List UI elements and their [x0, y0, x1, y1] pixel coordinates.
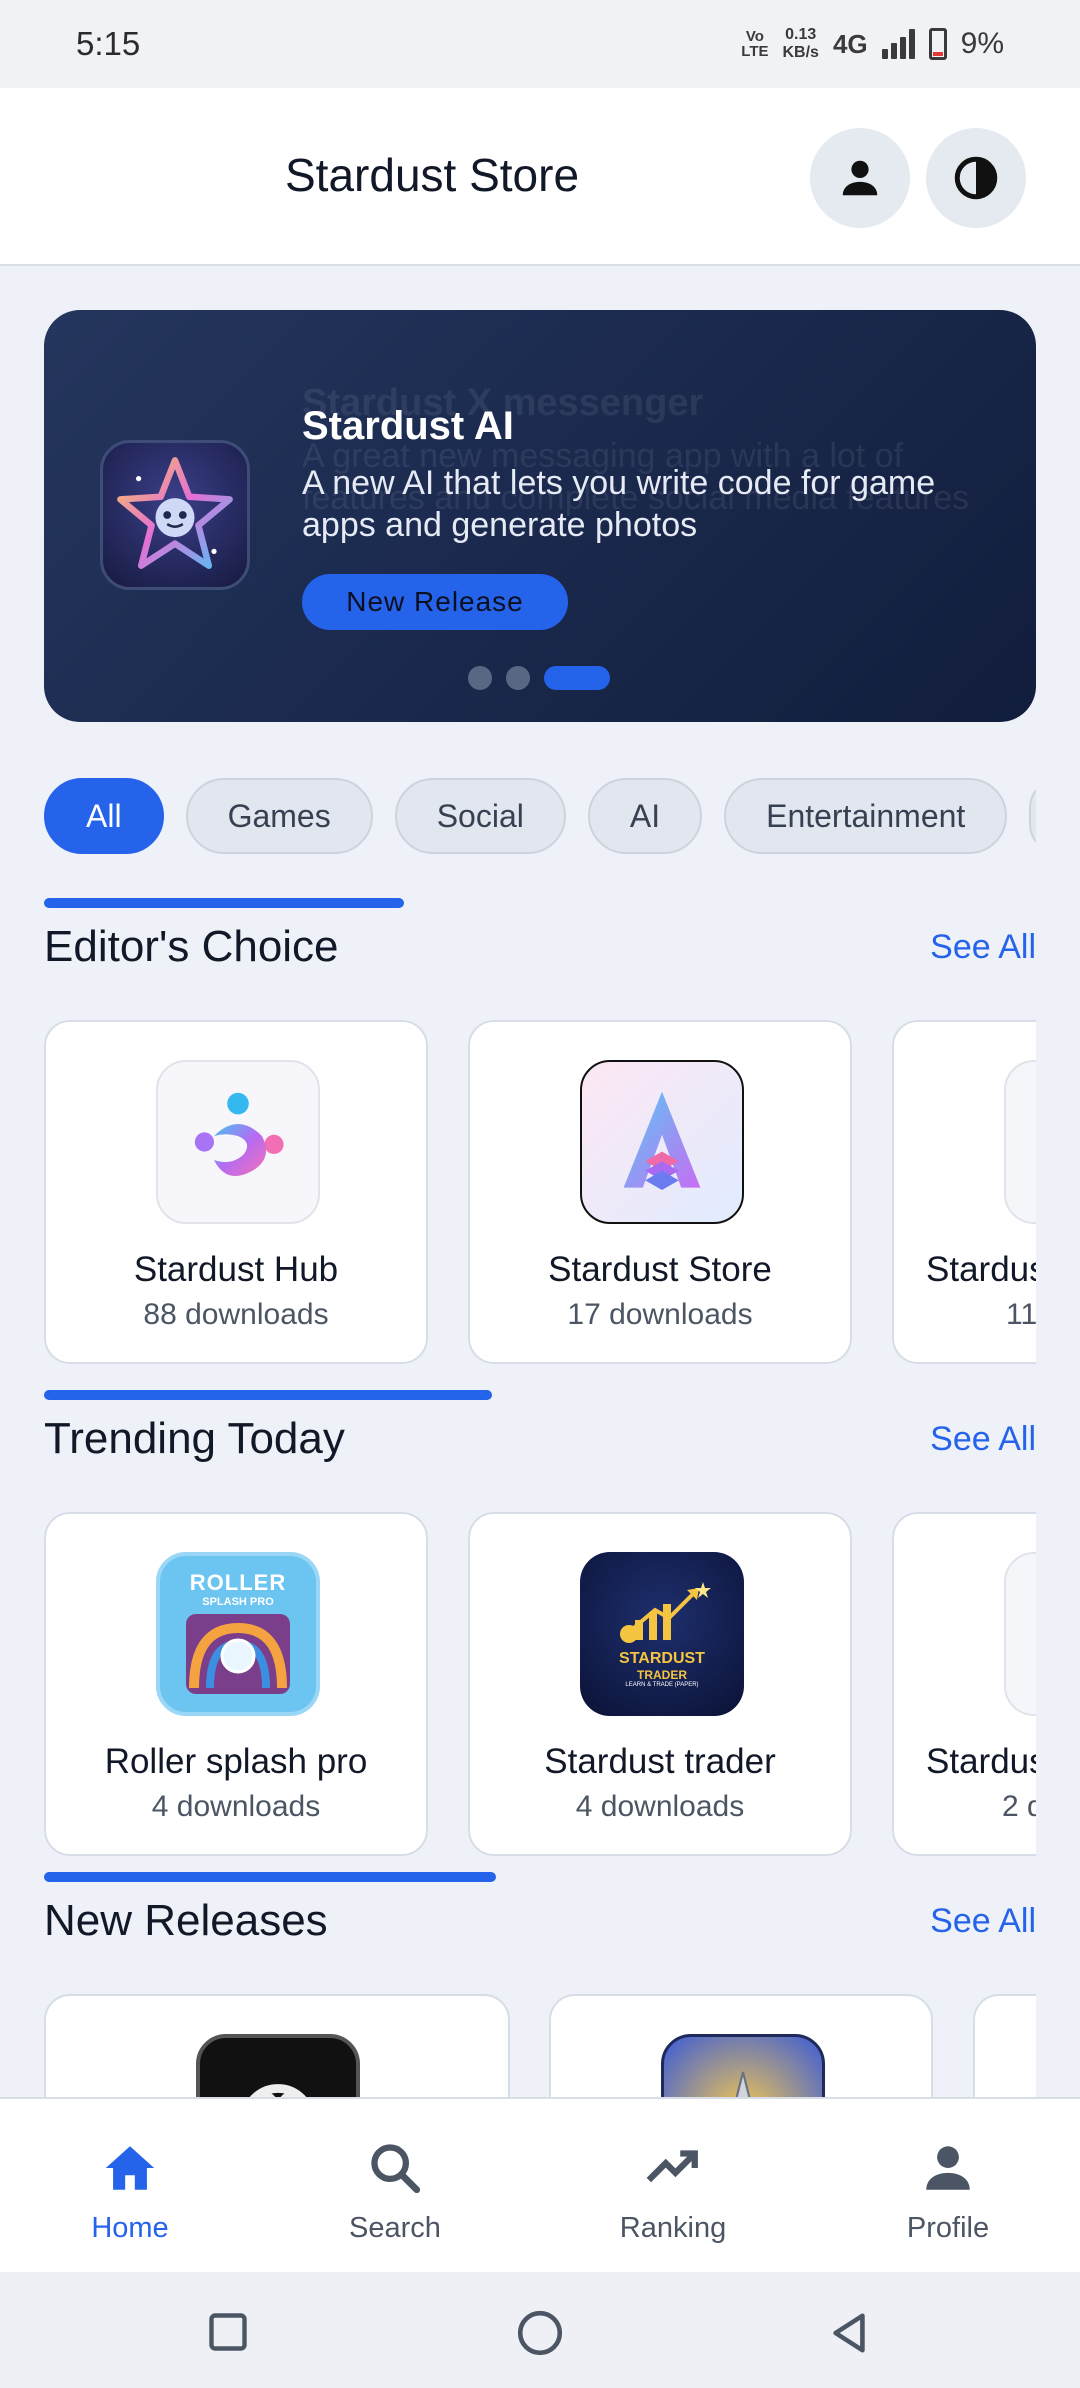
status-icons: Vo LTE 0.13 KB/s 4G 9% — [741, 26, 1004, 62]
app-name: Stardust Store — [548, 1250, 772, 1289]
app-downloads: 11 — [1006, 1298, 1036, 1331]
app-icon — [1004, 1060, 1036, 1224]
app-header: Stardust Store — [0, 88, 1080, 266]
app-carousel[interactable]: ROLLER SPLASH PRO Roller splash pro 4 do… — [44, 1512, 1036, 1856]
home-icon — [105, 2146, 155, 2190]
app-card[interactable]: Stardus 11 — [892, 1020, 1036, 1364]
see-all-link[interactable]: See All — [930, 1902, 1036, 1941]
chip-social[interactable]: Social — [394, 778, 566, 854]
trending-section: Trending Today See All ROLLER SPLASH PRO… — [44, 1390, 1036, 1856]
app-card[interactable]: Stardust Hub 88 downloads — [44, 1020, 428, 1364]
nav-home[interactable]: Home — [30, 2139, 230, 2245]
person-icon — [926, 2146, 970, 2190]
app-card[interactable]: Stardus 2 d — [892, 1512, 1036, 1856]
section-underline — [44, 1872, 496, 1882]
bottom-navigation: Home Search Ranking Profile — [0, 2097, 1080, 2272]
volte-indicator: Vo LTE — [741, 28, 769, 60]
stardust-store-icon — [580, 1060, 744, 1224]
editors-choice-section: Editor's Choice See All Stardust Hub 88 … — [44, 898, 1036, 1364]
nav-label: Ranking — [619, 2212, 727, 2244]
signal-icon — [881, 29, 915, 59]
banner-title: Stardust AI — [302, 404, 514, 448]
section-underline — [44, 1390, 492, 1400]
net-speed: 0.13 KB/s — [783, 26, 819, 62]
chip-games[interactable]: Games — [185, 778, 373, 854]
home-circle-icon[interactable] — [515, 2308, 565, 2358]
net-speed-value: 0.13 — [785, 26, 817, 43]
chip-entertainment[interactable]: Entertainment — [724, 778, 1008, 854]
stardust-hub-icon — [156, 1060, 320, 1224]
search-icon — [371, 2144, 421, 2194]
back-icon[interactable] — [826, 2310, 872, 2356]
nav-label: Profile — [906, 2212, 990, 2244]
app-downloads: 2 d — [1002, 1790, 1036, 1823]
banner-description: A new AI that lets you write code for ga… — [302, 464, 936, 544]
star-robot-icon — [117, 457, 233, 569]
battery-icon — [928, 28, 947, 60]
nav-ranking[interactable]: Ranking — [573, 2139, 773, 2245]
carousel-indicator — [468, 666, 610, 690]
nav-label: Home — [91, 2212, 169, 2244]
new-releases-section: New Releases See All — [44, 1872, 1036, 2124]
section-title: New Releases — [44, 1896, 328, 1945]
app-icon — [1004, 1552, 1036, 1716]
nav-search[interactable]: Search — [295, 2139, 495, 2245]
app-downloads: 88 downloads — [143, 1298, 329, 1331]
theme-toggle-button[interactable] — [926, 128, 1026, 228]
banner-app-icon — [100, 440, 250, 590]
icon-text: STARDUST — [619, 1650, 705, 1667]
chip-ai[interactable]: AI — [587, 778, 703, 854]
section-title: Editor's Choice — [44, 922, 339, 971]
app-downloads: 17 downloads — [567, 1298, 753, 1331]
icon-text: LEARN & TRADE (PAPER) — [625, 1682, 699, 1688]
net-speed-unit: KB/s — [782, 44, 819, 61]
carousel-dot-3[interactable] — [544, 666, 610, 690]
app-card[interactable]: STARDUST TRADER LEARN & TRADE (PAPER) St… — [468, 1512, 852, 1856]
roller-splash-icon: ROLLER SPLASH PRO — [156, 1552, 320, 1716]
carousel-dot-2[interactable] — [506, 666, 530, 690]
app-carousel[interactable]: Stardust Hub 88 downloads Stardust Store… — [44, 1020, 1036, 1364]
new-release-button[interactable]: New Release — [302, 574, 568, 630]
app-name: Stardust trader — [544, 1742, 776, 1781]
contrast-icon — [954, 156, 998, 200]
recents-icon[interactable] — [206, 2310, 250, 2354]
account-button[interactable] — [810, 128, 910, 228]
icon-text: TRADER — [637, 1668, 687, 1682]
network-type: 4G — [832, 28, 868, 59]
category-chips: All Games Social AI Entertainment — [44, 778, 1036, 854]
app-name: Stardus — [926, 1742, 1036, 1781]
status-time: 5:15 — [76, 25, 141, 62]
see-all-link[interactable]: See All — [930, 928, 1036, 967]
nav-profile[interactable]: Profile — [848, 2139, 1048, 2245]
icon-text: ROLLER — [189, 1570, 287, 1595]
chip-all[interactable]: All — [44, 778, 164, 854]
person-icon — [842, 160, 878, 196]
trending-icon — [646, 2150, 698, 2183]
section-title: Trending Today — [44, 1414, 345, 1463]
battery-percent: 9% — [960, 27, 1004, 60]
app-downloads: 4 downloads — [151, 1790, 321, 1823]
system-navigation-bar — [0, 2272, 1080, 2388]
app-downloads: 4 downloads — [575, 1790, 745, 1823]
app-card[interactable]: Stardust Store 17 downloads — [468, 1020, 852, 1364]
section-underline — [44, 898, 404, 908]
featured-banner[interactable]: Stardust X messenger A great new messagi… — [44, 310, 1036, 722]
nav-label: Search — [349, 2212, 441, 2244]
stardust-trader-icon: STARDUST TRADER LEARN & TRADE (PAPER) — [580, 1552, 744, 1716]
app-card[interactable]: ROLLER SPLASH PRO Roller splash pro 4 do… — [44, 1512, 428, 1856]
app-name: Stardus — [926, 1250, 1036, 1289]
app-name: Stardust Hub — [133, 1250, 339, 1289]
app-name: Roller splash pro — [104, 1742, 368, 1781]
page-title: Stardust Store — [285, 149, 580, 201]
icon-text: SPLASH PRO — [202, 1596, 274, 1608]
chip-more[interactable] — [1029, 778, 1036, 854]
see-all-link[interactable]: See All — [930, 1420, 1036, 1459]
carousel-dot-1[interactable] — [468, 666, 492, 690]
status-bar: 5:15 Vo LTE 0.13 KB/s 4G 9% — [0, 0, 1080, 88]
